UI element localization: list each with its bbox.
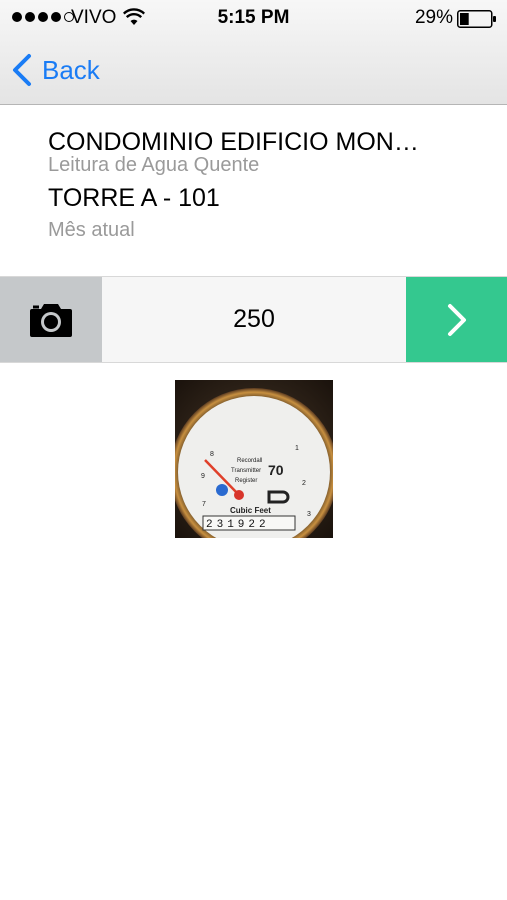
svg-text:Transmitter: Transmitter [231,468,261,474]
next-button[interactable] [406,277,507,362]
svg-text:9: 9 [201,473,205,480]
back-label: Back [42,54,100,85]
chevron-right-icon [447,303,466,336]
svg-text:8: 8 [210,451,214,458]
chevron-left-icon [13,54,31,86]
top-bar: VIVO 5:15 PM 29% Back [0,0,507,105]
reading-info: CONDOMINIO EDIFICIO MON… Leitura de Agua… [48,126,488,242]
svg-text:7: 7 [202,501,206,508]
reading-value-input[interactable] [102,277,406,362]
svg-text:Recordall: Recordall [237,458,262,464]
svg-text:1: 1 [295,445,299,452]
svg-text:Cubic Feet: Cubic Feet [230,506,271,515]
camera-button[interactable] [0,277,102,362]
svg-text:Register: Register [235,478,257,484]
camera-icon [30,303,72,337]
reading-input-row [0,276,507,363]
unit-name: TORRE A - 101 [48,184,220,212]
reading-period: Mês atual [48,219,135,241]
navigation-bar: Back [0,38,507,104]
svg-text:2: 2 [302,480,306,487]
screen: VIVO 5:15 PM 29% Back CONDOMINIO EDIFICI… [0,0,507,900]
battery-percent: 29% [414,7,453,28]
svg-text:3: 3 [307,511,311,518]
meter-photo[interactable]: 9 8 1 2 3 7 Recordall Transmitter Regist… [175,380,333,538]
svg-text:70: 70 [268,462,284,478]
back-button[interactable]: Back [10,50,100,90]
battery-icon [457,10,496,28]
status-bar: VIVO 5:15 PM 29% [0,0,507,38]
svg-text:231922: 231922 [206,519,270,531]
